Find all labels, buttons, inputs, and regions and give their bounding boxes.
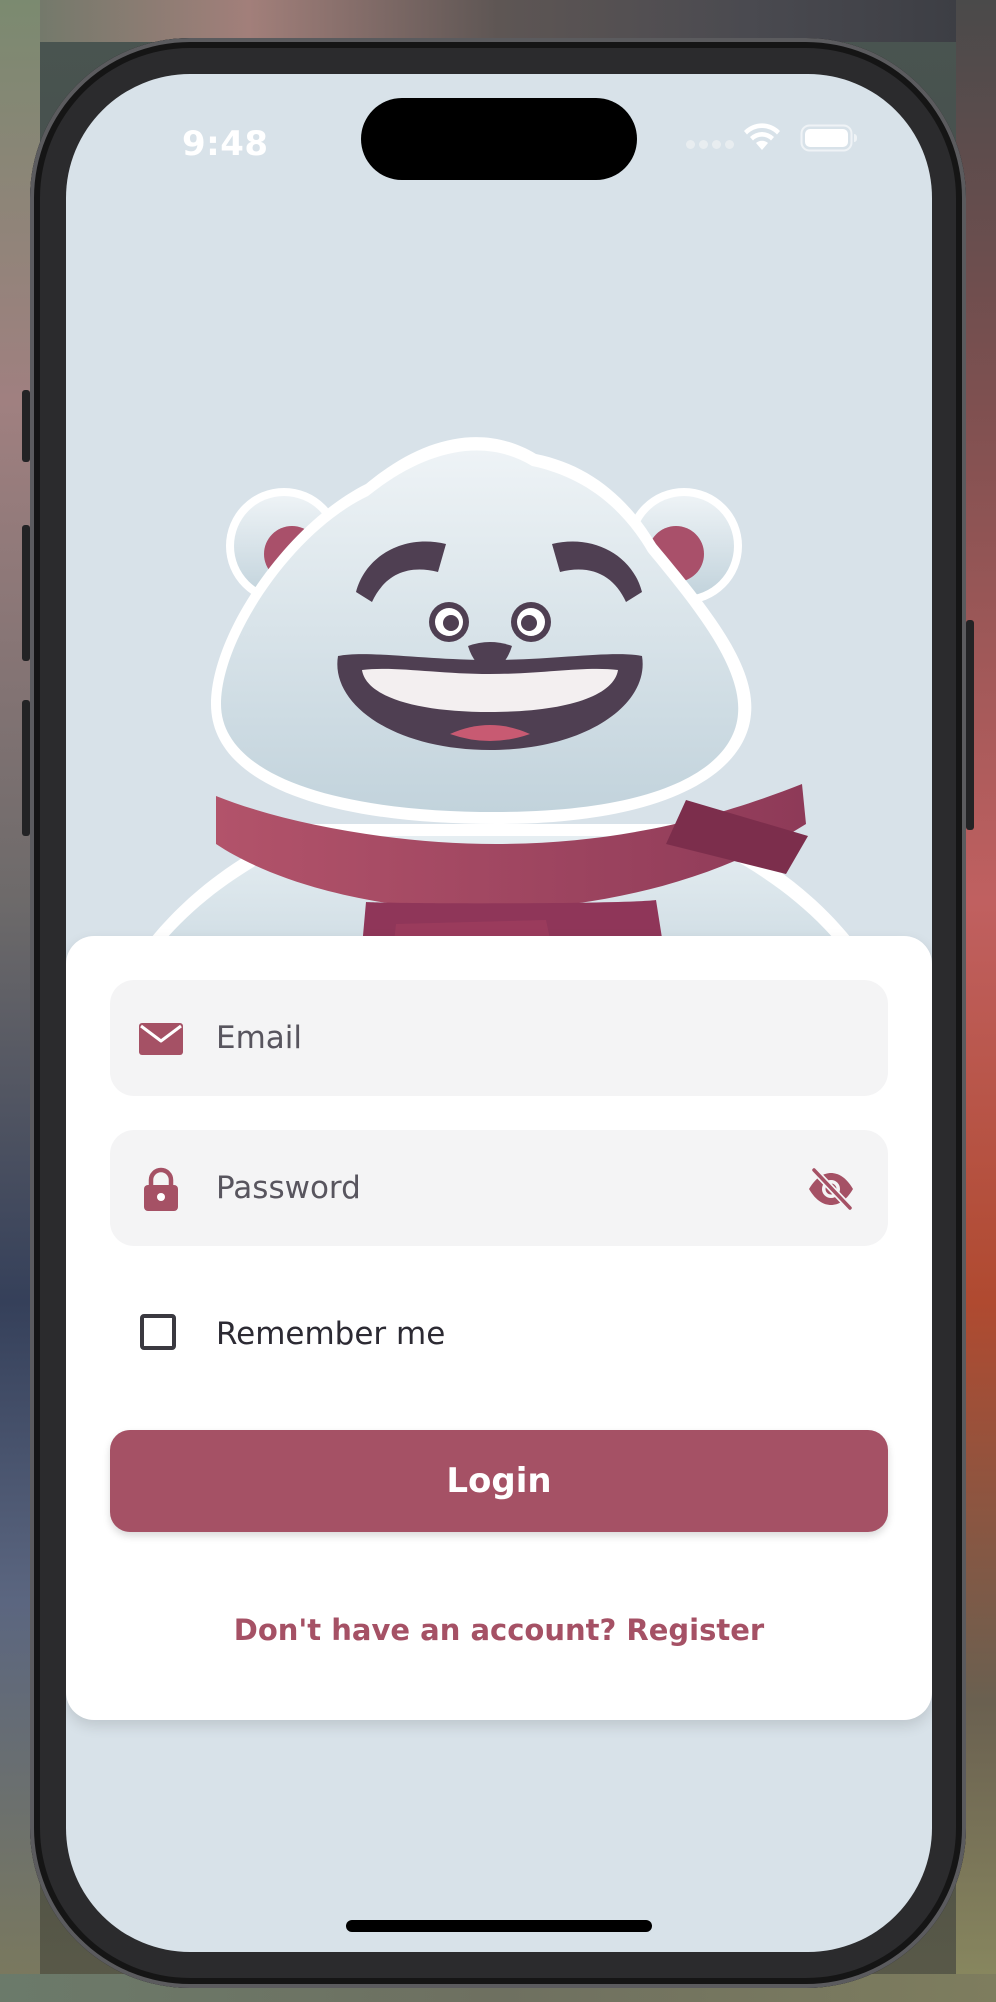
register-link[interactable]: Don't have an account? Register xyxy=(66,1606,932,1654)
battery-icon xyxy=(800,124,857,152)
remember-me-checkbox[interactable] xyxy=(140,1314,176,1350)
password-field[interactable] xyxy=(110,1130,888,1246)
envelope-icon xyxy=(139,1023,183,1055)
action-button xyxy=(22,390,30,462)
lock-icon xyxy=(144,1167,178,1211)
password-input[interactable] xyxy=(216,1158,776,1218)
email-input[interactable] xyxy=(216,1008,776,1068)
remember-me-row[interactable]: Remember me xyxy=(140,1312,540,1360)
wifi-icon xyxy=(744,123,780,150)
email-field[interactable] xyxy=(110,980,888,1096)
login-card: Remember me Login Don't have an account?… xyxy=(66,936,932,1720)
app-screen: 9:48 Email Remember me Login Don't have … xyxy=(66,74,932,1952)
dynamic-island xyxy=(361,98,637,180)
background-blur-top xyxy=(0,0,996,42)
power-button xyxy=(966,620,974,830)
volume-down-button xyxy=(22,700,30,836)
home-indicator xyxy=(346,1920,652,1932)
remember-me-label: Remember me xyxy=(216,1316,446,1352)
status-time: 9:48 xyxy=(182,124,269,164)
login-button[interactable]: Login xyxy=(110,1430,888,1532)
polar-bear-mascot xyxy=(106,437,896,1014)
volume-up-button xyxy=(22,525,30,661)
cellular-signal-icon xyxy=(686,140,736,150)
eye-slash-icon[interactable] xyxy=(806,1166,856,1212)
